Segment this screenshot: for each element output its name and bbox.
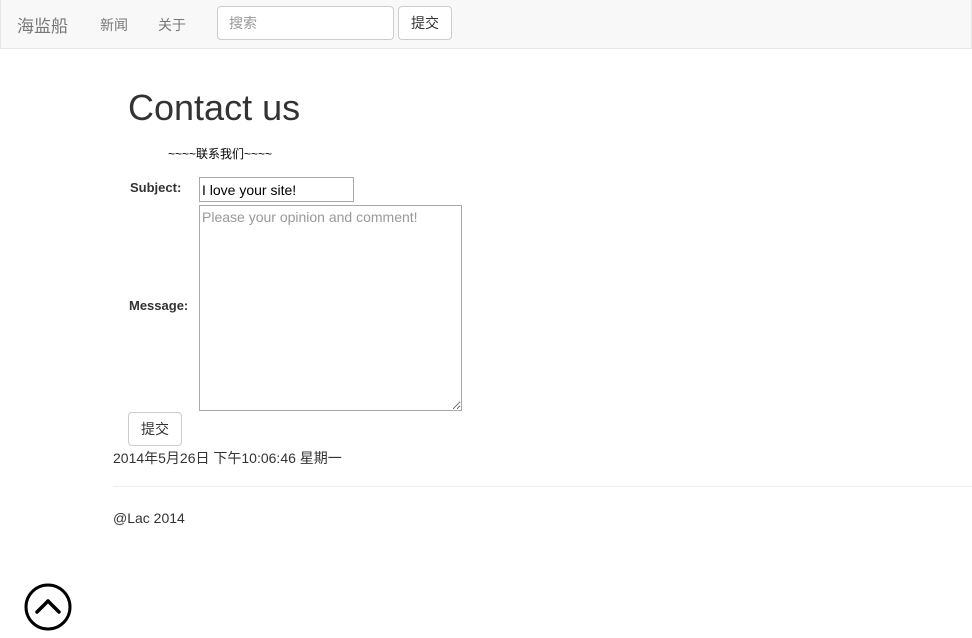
form-submit-button[interactable]: 提交 xyxy=(128,412,182,446)
navbar: 海监船 新闻 关于 提交 xyxy=(0,0,972,49)
subject-label: Subject: xyxy=(130,180,182,195)
page-subtitle: ~~~~联系我们~~~~ xyxy=(168,147,273,161)
page-title: Contact us xyxy=(128,87,301,128)
search-input[interactable] xyxy=(217,6,394,40)
datetime-text: 2014年5月26日 下午10:06:46 星期一 xyxy=(113,450,342,466)
nav-link-about[interactable]: 关于 xyxy=(158,15,186,35)
chevron-up-circle-icon[interactable] xyxy=(24,583,72,631)
message-label: Message: xyxy=(129,298,189,313)
search-submit-button[interactable]: 提交 xyxy=(398,6,452,40)
nav-link-news[interactable]: 新闻 xyxy=(100,15,128,35)
footer-copyright: @Lac 2014 xyxy=(113,510,185,526)
subject-field[interactable] xyxy=(199,177,354,202)
message-textarea[interactable] xyxy=(199,205,462,411)
footer-divider xyxy=(113,486,972,487)
brand-link[interactable]: 海监船 xyxy=(17,12,68,37)
